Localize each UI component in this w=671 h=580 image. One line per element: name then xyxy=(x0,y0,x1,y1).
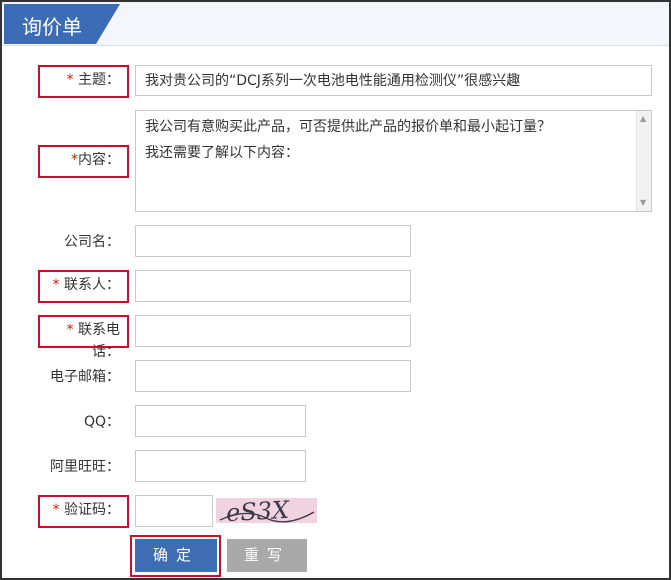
qq-input[interactable] xyxy=(135,405,306,437)
content-line-2: 我还需要了解以下内容： xyxy=(145,145,299,161)
inquiry-form-window: 询价单 * 主题： 我对贵公司的“DCJ系列一次电池电性能通用检测仪”很感兴趣 … xyxy=(0,0,671,580)
contact-input[interactable] xyxy=(135,270,411,302)
content-label: *内容： xyxy=(40,149,120,171)
subject-label-text: 主题： xyxy=(78,72,120,88)
aliwangwang-label: 阿里旺旺： xyxy=(50,459,120,475)
captcha-label-text: 验证码： xyxy=(64,502,120,518)
scroll-down-icon[interactable]: ▼ xyxy=(640,198,646,208)
scroll-up-icon[interactable]: ▲ xyxy=(640,114,646,124)
aliwangwang-input[interactable] xyxy=(135,450,306,482)
content-textarea[interactable]: 我公司有意购买此产品，可否提供此产品的报价单和最小起订量？ 我还需要了解以下内容… xyxy=(135,110,652,212)
contact-label: * 联系人： xyxy=(40,274,120,296)
subject-input-value: 我对贵公司的“DCJ系列一次电池电性能通用检测仪”很感兴趣 xyxy=(145,73,521,89)
company-input[interactable] xyxy=(135,225,411,257)
phone-label: * 联系电话： xyxy=(40,319,120,363)
captcha-text: eS3X xyxy=(225,498,290,523)
email-input[interactable] xyxy=(135,360,411,392)
contact-label-text: 联系人： xyxy=(64,277,120,293)
qq-label: QQ： xyxy=(83,414,120,430)
subject-label: * 主题： xyxy=(40,69,120,91)
title-tab: 询价单 xyxy=(4,4,120,44)
required-star: * xyxy=(71,152,78,168)
required-star: * xyxy=(52,277,60,293)
content-scrollbar[interactable]: ▲ ▼ xyxy=(636,111,651,211)
phone-input[interactable] xyxy=(135,315,411,347)
content-label-text: 内容： xyxy=(78,152,120,168)
subject-input[interactable]: 我对贵公司的“DCJ系列一次电池电性能通用检测仪”很感兴趣 xyxy=(135,65,652,96)
content-line-1: 我公司有意购买此产品，可否提供此产品的报价单和最小起订量？ xyxy=(145,119,551,135)
confirm-button[interactable]: 确定 xyxy=(135,539,217,572)
required-star: * xyxy=(52,502,60,518)
email-label: 电子邮箱： xyxy=(50,369,120,385)
phone-label-text: 联系电话： xyxy=(78,322,120,360)
page-title: 询价单 xyxy=(22,15,82,39)
captcha-image[interactable]: eS3X xyxy=(216,496,317,527)
captcha-graphic: eS3X xyxy=(219,496,315,527)
header-bar: 询价单 xyxy=(2,2,669,46)
captcha-input[interactable] xyxy=(135,495,213,527)
reset-button[interactable]: 重写 xyxy=(227,539,307,572)
captcha-label: * 验证码： xyxy=(40,499,120,521)
required-star: * xyxy=(66,72,74,88)
company-label: 公司名： xyxy=(64,234,120,250)
required-star: * xyxy=(66,322,74,338)
